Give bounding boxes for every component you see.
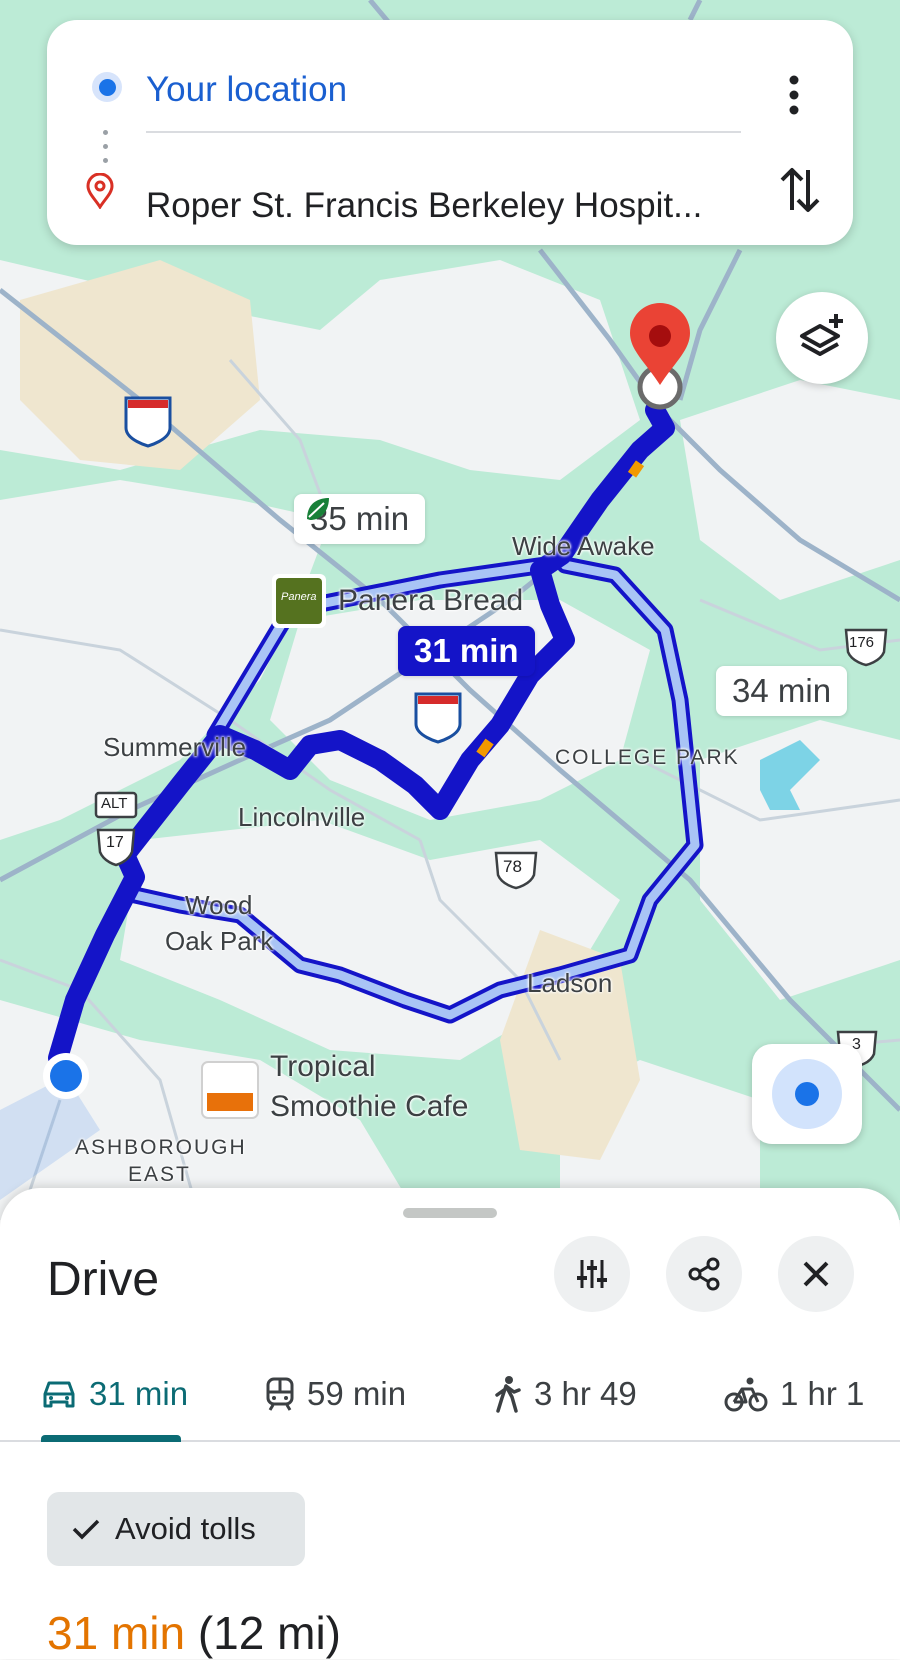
i26-shield-top: 26	[134, 408, 153, 427]
tab-walk[interactable]: 3 hr 49	[492, 1354, 637, 1434]
us17-shield: 17	[106, 834, 124, 851]
tune-icon	[577, 1260, 607, 1288]
panera-bread-label[interactable]: Panera Bread	[338, 584, 523, 618]
route-summary: 31 min (12 mi)	[47, 1606, 341, 1660]
oak-park-label: Oak Park	[165, 926, 274, 956]
east-label: EAST	[128, 1163, 191, 1186]
i26-shield-mid: 26	[424, 704, 443, 723]
college-park-label: COLLEGE PARK	[555, 746, 740, 769]
tab-drive[interactable]: 31 min	[41, 1354, 188, 1434]
panera-logo-icon: Panera	[281, 591, 317, 603]
car-icon	[43, 1381, 75, 1408]
layers-button[interactable]	[776, 292, 868, 384]
my-location-button[interactable]	[752, 1044, 862, 1144]
connector-dots-icon	[103, 130, 109, 170]
close-button[interactable]	[778, 1236, 854, 1312]
alt-shield: ALT	[101, 795, 128, 812]
route-summary-time: 31 min	[47, 1607, 186, 1659]
tab-walk-label: 3 hr 49	[534, 1375, 637, 1412]
travel-mode-title: Drive	[47, 1253, 160, 1306]
ladson-label: Ladson	[527, 968, 613, 998]
tab-bike[interactable]: 1 hr 1	[724, 1354, 864, 1434]
tropical-smoothie-label-2[interactable]: Smoothie Cafe	[270, 1090, 468, 1124]
walk-icon	[495, 1376, 521, 1413]
wood-label: Wood	[185, 890, 253, 920]
us176-shield: 176	[849, 634, 875, 651]
avoid-tolls-chip[interactable]: Avoid tolls	[47, 1492, 305, 1566]
summerville-label: Summerville	[103, 732, 247, 762]
directions-bottom-sheet: Drive 31 min 59 min 3 hr 49 1 hr 1 Avoid…	[0, 1188, 900, 1659]
origin-dot-icon	[92, 72, 122, 102]
destination-field[interactable]: Roper St. Francis Berkeley Hospit...	[146, 186, 702, 226]
destination-pin-icon	[86, 173, 114, 209]
selected-route-time-bubble[interactable]: 31 min	[398, 626, 535, 676]
location-dot-icon	[795, 1082, 819, 1106]
route-options-button[interactable]	[554, 1236, 630, 1312]
ashborough-label: ASHBOROUGH	[75, 1136, 247, 1159]
tropical-smoothie-label-1[interactable]: Tropical	[270, 1050, 376, 1084]
tab-transit-label: 59 min	[307, 1375, 407, 1412]
bike-icon	[724, 1377, 768, 1412]
lincolnville-label: Lincolnville	[238, 802, 366, 832]
east-route-time-bubble[interactable]: 34 min	[716, 666, 848, 716]
travel-mode-tabs: 31 min 59 min 3 hr 49 1 hr 1	[0, 1354, 900, 1442]
tab-bike-label: 1 hr 1	[780, 1375, 865, 1412]
field-divider	[146, 131, 741, 133]
more-options-icon[interactable]	[782, 70, 806, 120]
wide-awake-label: Wide Awake	[512, 531, 655, 561]
active-tab-indicator	[41, 1435, 181, 1442]
share-icon	[688, 1257, 720, 1291]
eco-route-time-bubble[interactable]: 35 min	[294, 494, 426, 544]
transit-icon	[266, 1377, 294, 1411]
avoid-tolls-label: Avoid tolls	[115, 1511, 256, 1546]
us78-shield: 78	[503, 857, 522, 876]
eco-leaf-icon	[307, 498, 329, 520]
layers-icon	[800, 314, 843, 356]
sheet-drag-handle[interactable]	[403, 1208, 497, 1218]
route-summary-distance: (12 mi)	[197, 1607, 341, 1659]
tab-transit[interactable]: 59 min	[265, 1354, 406, 1434]
origin-field[interactable]: Your location	[146, 70, 347, 110]
check-icon	[72, 1519, 100, 1540]
close-icon	[803, 1261, 829, 1287]
swap-directions-icon[interactable]	[777, 162, 823, 218]
directions-search-card: Your location Roper St. Francis Berkeley…	[47, 20, 853, 245]
share-button[interactable]	[666, 1236, 742, 1312]
tab-drive-label: 31 min	[89, 1375, 189, 1412]
